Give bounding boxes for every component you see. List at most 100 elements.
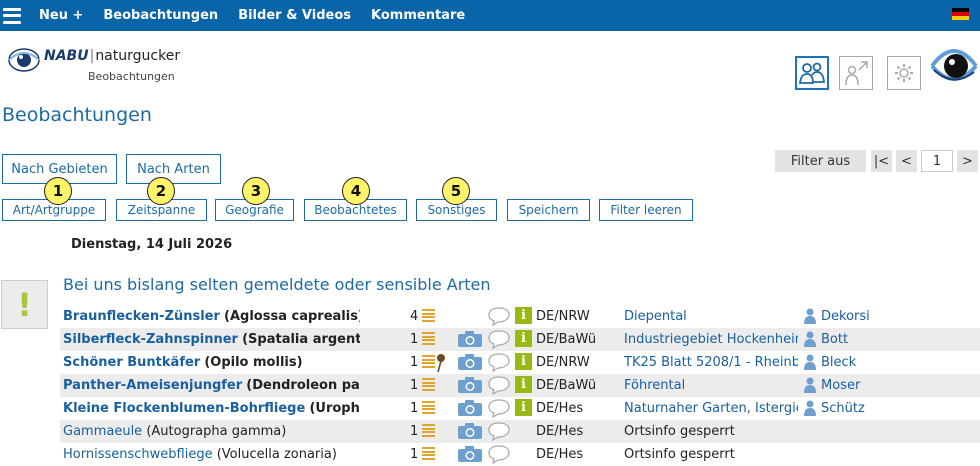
count-lines-icon — [422, 309, 435, 322]
observation-row: Panther-Ameisenjungfer (Dendroleon panth… — [60, 374, 980, 397]
group-view-button[interactable] — [795, 56, 829, 90]
info-icon[interactable]: i — [515, 399, 532, 416]
nav-images-videos[interactable]: Bilder & Videos — [238, 8, 351, 23]
observation-row: Schöner Buntkäfer (Opilo mollis) 1 i DE/NRW… — [60, 351, 980, 374]
by-species-button[interactable]: Nach Arten — [126, 154, 221, 184]
observer-link[interactable]: Bott — [821, 332, 848, 347]
species-name-link[interactable]: Panther-Ameisenjungfer (Dendroleon panth… — [63, 378, 360, 393]
observation-count: 1 — [410, 447, 419, 462]
location-link[interactable]: Industriegebiet Hockenheim — [624, 332, 798, 347]
info-icon[interactable]: i — [515, 330, 532, 347]
region-code: DE/Hes — [536, 447, 584, 462]
species-common-name: Gammaeule — [63, 424, 143, 439]
info-icon[interactable]: i — [515, 307, 532, 324]
location-link[interactable]: Diepental — [624, 309, 798, 324]
species-common-name: Panther-Ameisenjungfer — [63, 378, 243, 393]
region-code: DE/Hes — [536, 401, 584, 416]
share-user-icon — [845, 61, 868, 86]
comment-icon[interactable] — [487, 352, 511, 374]
camera-icon[interactable] — [457, 354, 483, 374]
species-name-link[interactable]: Gammaeule (Autographa gamma) — [63, 424, 360, 439]
species-name-link[interactable]: Silberfleck-Zahnspinner (Spatalia argent… — [63, 332, 360, 347]
location-link[interactable]: Naturnaher Garten, Istergiesel — [624, 401, 798, 416]
comment-icon[interactable] — [487, 306, 511, 328]
count-lines-icon — [422, 378, 435, 391]
observation-count: 1 — [410, 424, 419, 439]
comment-icon[interactable] — [487, 421, 511, 443]
hamburger-icon[interactable] — [3, 7, 21, 24]
gear-icon — [895, 64, 913, 82]
species-scientific-name: (Dendroleon pantherinus) — [246, 378, 360, 393]
camera-icon[interactable] — [457, 377, 483, 397]
user-icon — [803, 377, 817, 397]
observation-row: Kleine Flockenblumen-Bohrfliege (Urophor… — [60, 397, 980, 420]
clear-filter-button[interactable]: Filter leeren — [599, 199, 693, 221]
comment-icon[interactable] — [487, 398, 511, 420]
region-code: DE/NRW — [536, 355, 590, 370]
info-icon[interactable]: i — [515, 353, 532, 370]
user-icon — [803, 331, 817, 351]
camera-icon[interactable] — [457, 331, 483, 351]
observer-link[interactable]: Dekorsi — [821, 309, 870, 324]
count-lines-icon — [422, 401, 435, 414]
observation-count: 1 — [410, 355, 419, 370]
camera-icon[interactable] — [457, 400, 483, 420]
comment-icon[interactable] — [487, 444, 511, 466]
region-code: DE/BaWü — [536, 378, 597, 393]
nav-new[interactable]: Neu + — [39, 8, 83, 23]
species-name-link[interactable]: Kleine Flockenblumen-Bohrfliege (Urophor… — [63, 401, 360, 416]
camera-icon[interactable] — [457, 446, 483, 466]
page-number-input[interactable]: 1 — [921, 150, 953, 172]
species-scientific-name: (Aglossa caprealis) — [224, 309, 360, 324]
camera-icon[interactable] — [457, 423, 483, 443]
pager-prev-button[interactable]: < — [896, 150, 917, 172]
observation-count: 1 — [410, 332, 419, 347]
observation-row: Braunflecken-Zünsler (Aglossa caprealis)… — [60, 305, 980, 328]
logo-wordmark: NABU|naturgucker — [44, 48, 181, 64]
region-code: DE/NRW — [536, 309, 590, 324]
info-icon[interactable]: i — [515, 376, 532, 393]
settings-button[interactable] — [887, 56, 921, 90]
step-badge-1: 1 — [44, 177, 72, 205]
nav-comments[interactable]: Kommentare — [371, 8, 465, 23]
nabu-naturgucker-logo[interactable]: NABU|naturgucker Beobachtungen — [8, 44, 181, 86]
species-common-name: Hornissenschwebfliege — [63, 447, 213, 462]
eye-logo-icon — [8, 48, 40, 72]
species-common-name: Braunflecken-Zünsler — [63, 309, 220, 324]
species-name-link[interactable]: Braunflecken-Zünsler (Aglossa caprealis) — [63, 309, 360, 324]
species-scientific-name: (Autographa gamma) — [146, 424, 287, 439]
observer-link[interactable]: Schütz — [821, 401, 865, 416]
comment-icon[interactable] — [487, 329, 511, 351]
count-lines-icon — [422, 424, 435, 437]
german-flag-icon[interactable] — [952, 8, 969, 20]
nav-observations[interactable]: Beobachtungen — [103, 8, 218, 23]
count-lines-icon — [422, 355, 435, 368]
observer-link[interactable]: Bleck — [821, 355, 856, 370]
species-scientific-name: (Opilo mollis) — [204, 355, 303, 370]
page-title: Beobachtungen — [2, 104, 152, 126]
observation-count: 1 — [410, 401, 419, 416]
species-name-link[interactable]: Schöner Buntkäfer (Opilo mollis) — [63, 355, 360, 370]
pin-icon[interactable] — [436, 353, 446, 374]
observation-list: Braunflecken-Zünsler (Aglossa caprealis)… — [60, 305, 980, 466]
warning-icon: ! — [1, 280, 48, 329]
comment-icon[interactable] — [487, 375, 511, 397]
observer-link[interactable]: Moser — [821, 378, 860, 393]
save-filter-button[interactable]: Speichern — [507, 199, 590, 221]
location-link: Ortsinfo gesperrt — [624, 447, 735, 462]
location-link[interactable]: Föhrental — [624, 378, 798, 393]
region-code: DE/BaWü — [536, 332, 597, 347]
pager-next-button[interactable]: > — [957, 150, 978, 172]
observation-row: Gammaeule (Autographa gamma) 1 DE/Hes Ortsi… — [60, 420, 980, 443]
step-badge-3: 3 — [242, 177, 270, 205]
naturgucker-eye-logo-icon[interactable] — [930, 40, 978, 92]
species-name-link[interactable]: Hornissenschwebfliege (Volucella zonaria… — [63, 447, 360, 462]
filter-toggle-button[interactable]: Filter aus — [775, 150, 866, 172]
species-scientific-name: (Urophora) — [309, 401, 360, 416]
location-link[interactable]: TK25 Blatt 5208/1 - Rheinbach — [624, 355, 798, 370]
pager-first-button[interactable]: |< — [871, 150, 892, 172]
species-scientific-name: (Spatalia argentina) — [242, 332, 360, 347]
share-user-button[interactable] — [839, 56, 873, 90]
observation-row: Hornissenschwebfliege (Volucella zonaria… — [60, 443, 980, 466]
logo-subtitle: Beobachtungen — [88, 70, 175, 83]
